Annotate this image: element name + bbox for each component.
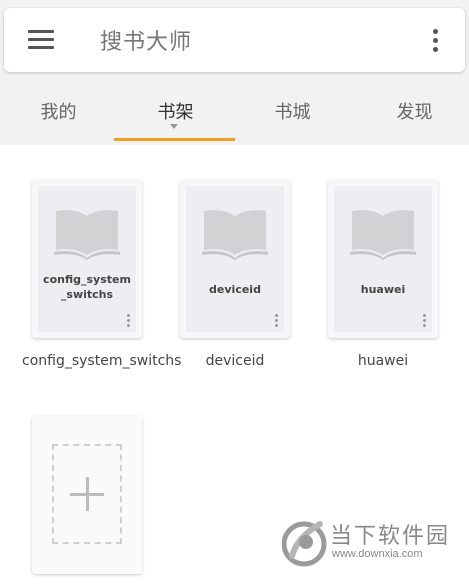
- caret-down-icon: [170, 124, 178, 129]
- tab-bar: 我的 书架 书城 发现: [0, 84, 469, 144]
- book-menu-icon[interactable]: [422, 314, 428, 328]
- watermark-logo-icon: [282, 521, 327, 567]
- watermark-name: 当下软件园: [330, 524, 451, 549]
- book-title: config_system_switchs: [22, 353, 182, 369]
- book-card[interactable]: deviceid: [180, 180, 290, 338]
- watermark: 当下软件园 www.downxia.com: [282, 516, 462, 576]
- search-bar[interactable]: 搜书大师: [4, 8, 465, 72]
- open-book-icon: [202, 210, 268, 260]
- open-book-icon: [350, 210, 416, 260]
- book-cover-title: deviceid: [209, 283, 261, 296]
- book-title: huawei: [357, 353, 409, 369]
- hamburger-menu-icon[interactable]: [28, 28, 56, 52]
- tab-bookshelf[interactable]: 书架: [117, 84, 234, 140]
- book-cover: deviceid: [186, 186, 284, 332]
- book-title: deviceid: [205, 353, 265, 369]
- book-cover: config_system_switchs: [38, 186, 136, 332]
- book-cover-title: huawei: [360, 283, 406, 296]
- tab-mine[interactable]: 我的: [0, 84, 117, 140]
- watermark-url: www.downxia.com: [332, 548, 423, 560]
- book-cover-title: config_system_switchs: [43, 273, 131, 301]
- book-card[interactable]: huawei: [328, 180, 438, 338]
- more-vertical-icon[interactable]: [428, 28, 444, 54]
- active-tab-indicator: [114, 138, 235, 141]
- book-card[interactable]: config_system_switchs: [32, 180, 142, 338]
- open-book-icon: [54, 210, 120, 260]
- plus-icon: [86, 477, 89, 511]
- add-book-button[interactable]: [32, 416, 142, 574]
- book-menu-icon[interactable]: [126, 314, 132, 328]
- tab-discover[interactable]: 发现: [356, 84, 469, 140]
- book-cover: huawei: [334, 186, 432, 332]
- app-title[interactable]: 搜书大师: [100, 24, 192, 56]
- book-menu-icon[interactable]: [274, 314, 280, 328]
- tab-bookstore[interactable]: 书城: [234, 84, 351, 140]
